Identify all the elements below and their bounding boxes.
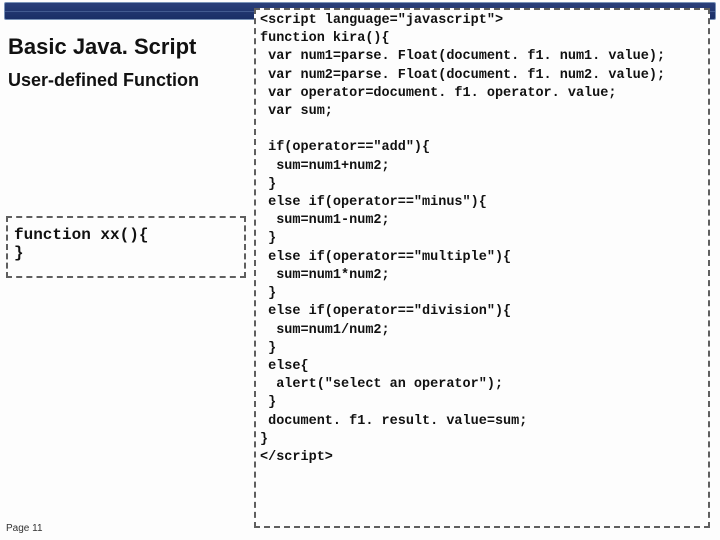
slide-title: Basic Java. Script [8, 34, 242, 60]
function-placeholder-box: function xx(){ } [6, 216, 246, 278]
code-box: <script language="javascript"> function … [254, 8, 710, 528]
code-block-bottom: if(operator=="add"){ sum=num1+num2; } el… [260, 139, 706, 467]
left-column: Basic Java. Script User-defined Function… [8, 28, 242, 508]
slide: Basic Java. Script User-defined Function… [0, 0, 720, 540]
page-number: Page 11 [6, 523, 43, 534]
code-block-top: <script language="javascript"> function … [260, 12, 706, 121]
slide-subtitle: User-defined Function [8, 70, 242, 91]
